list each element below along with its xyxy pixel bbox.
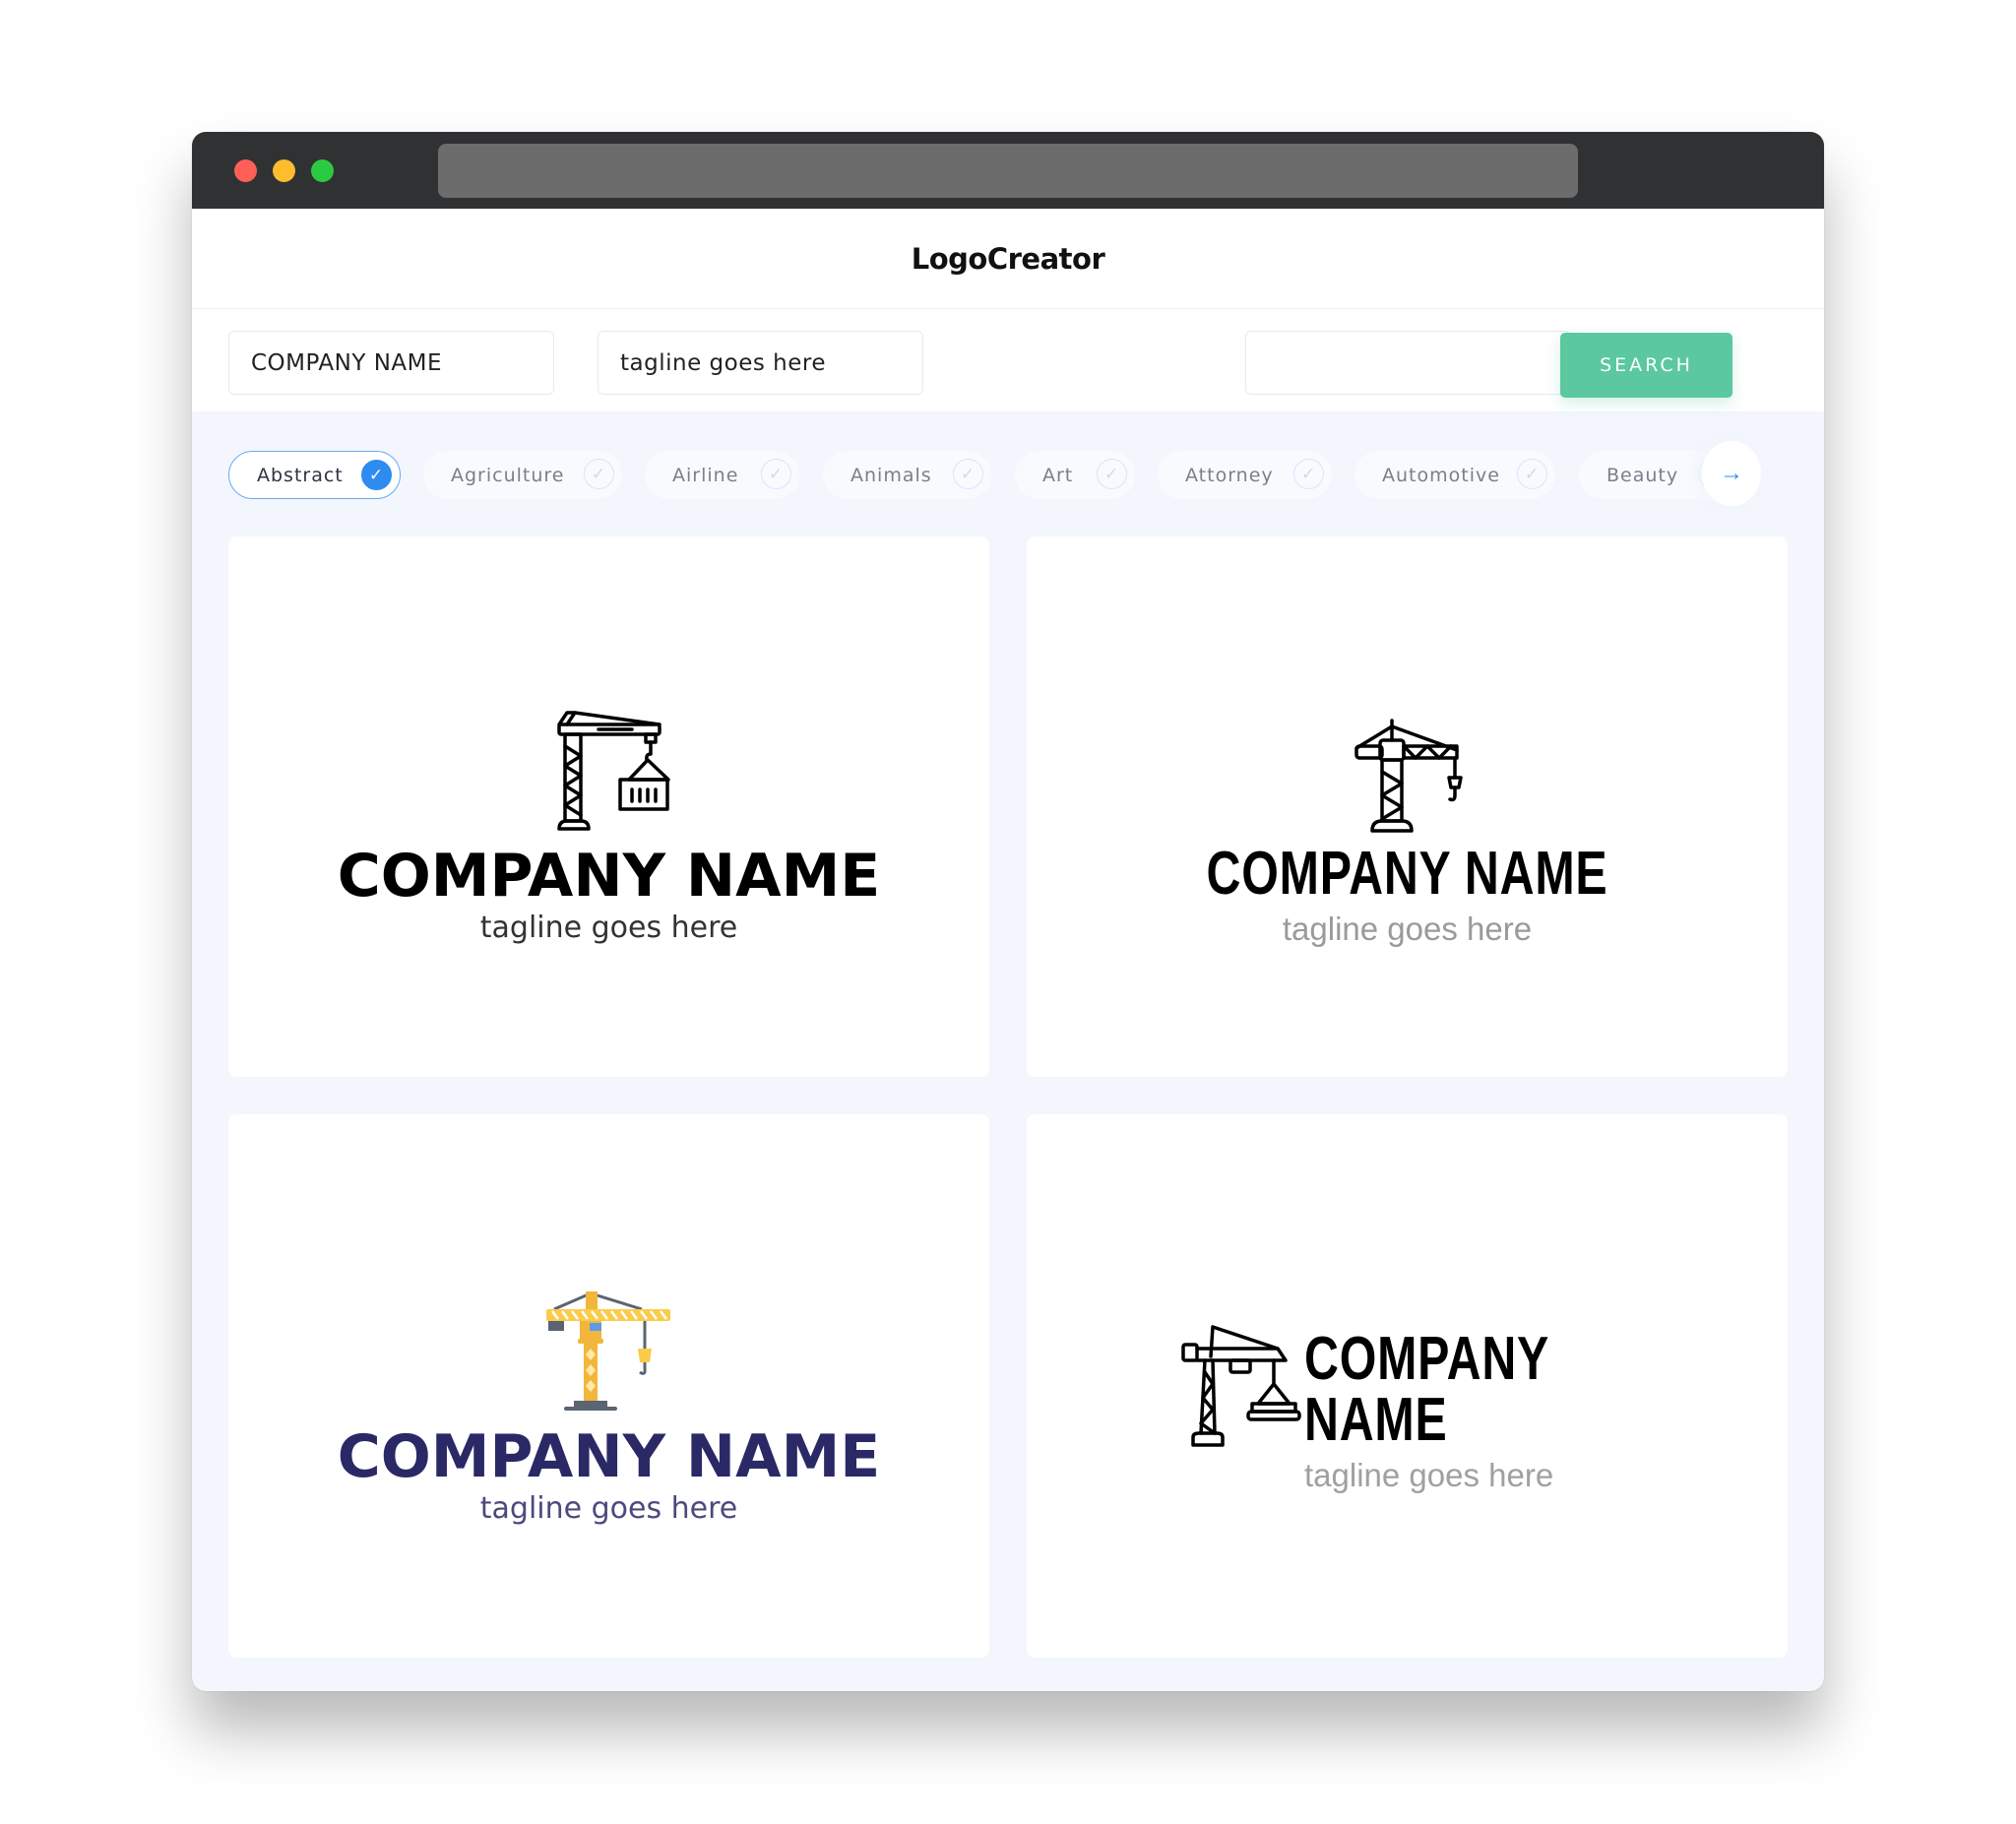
next-categories-button[interactable]: → <box>1702 441 1761 506</box>
app-header: LogoCreator <box>192 209 1824 309</box>
logo-company-name: COMPANY NAME <box>1206 840 1608 908</box>
category-label: Animals <box>850 464 932 486</box>
logo-tagline: tagline goes here <box>1304 1457 1554 1493</box>
category-label: Attorney <box>1185 464 1274 486</box>
category-chip-attorney[interactable]: Attorney ✓ <box>1158 451 1332 499</box>
browser-window: LogoCreator SEARCH Abstract ✓ Agricultur… <box>192 132 1824 1691</box>
check-icon: ✓ <box>1293 459 1324 489</box>
category-chip-abstract[interactable]: Abstract ✓ <box>228 451 401 499</box>
close-window-button[interactable] <box>234 159 257 182</box>
logo-company-name: COMPANY NAME <box>1304 1325 1549 1454</box>
check-icon: ✓ <box>584 459 614 489</box>
search-toolbar: SEARCH <box>192 309 1824 411</box>
minimize-window-button[interactable] <box>273 159 295 182</box>
logo-card[interactable]: COMPANY NAME tagline goes here <box>228 1114 989 1658</box>
logo-tagline: tagline goes here <box>479 1491 738 1526</box>
logo-company-name: COMPANY NAME <box>337 1422 881 1491</box>
crane-with-pallet-icon <box>1181 1325 1301 1447</box>
category-chip-art[interactable]: Art ✓ <box>1015 451 1135 499</box>
category-chip-animals[interactable]: Animals ✓ <box>823 451 991 499</box>
maximize-window-button[interactable] <box>311 159 334 182</box>
check-icon: ✓ <box>1097 459 1127 489</box>
app-title: LogoCreator <box>911 241 1105 276</box>
title-bar <box>192 132 1824 209</box>
logo-company-name: COMPANY NAME <box>337 842 881 911</box>
yellow-tower-crane-icon <box>546 1291 670 1411</box>
keyword-input[interactable] <box>1245 331 1571 395</box>
category-label: Beauty <box>1606 464 1679 486</box>
check-icon: ✓ <box>953 459 983 489</box>
logo-tagline: tagline goes here <box>1282 911 1533 947</box>
crane-with-container-icon <box>557 711 670 831</box>
category-chip-automotive[interactable]: Automotive ✓ <box>1354 451 1555 499</box>
logo-card[interactable]: COMPANY NAME tagline goes here <box>1027 1114 1788 1658</box>
category-chip-airline[interactable]: Airline ✓ <box>645 451 799 499</box>
search-button[interactable]: SEARCH <box>1560 333 1732 398</box>
category-label: Airline <box>672 464 739 486</box>
check-icon: ✓ <box>1517 459 1547 489</box>
category-label: Abstract <box>257 464 344 486</box>
category-label: Agriculture <box>451 464 565 486</box>
category-chip-agriculture[interactable]: Agriculture ✓ <box>423 451 622 499</box>
check-icon: ✓ <box>361 460 392 490</box>
category-label: Automotive <box>1382 464 1500 486</box>
company-name-input[interactable] <box>228 331 554 395</box>
check-icon: ✓ <box>761 459 791 489</box>
address-bar[interactable] <box>438 144 1578 198</box>
category-label: Art <box>1042 464 1074 486</box>
logo-text-block: COMPANY NAME tagline goes here <box>1304 1329 1718 1494</box>
tagline-input[interactable] <box>598 331 923 395</box>
tower-crane-hook-icon <box>1354 719 1463 833</box>
logo-tagline: tagline goes here <box>479 911 738 945</box>
category-filter-bar: Abstract ✓ Agriculture ✓ Airline ✓ Anima… <box>192 427 1824 516</box>
logo-card[interactable]: COMPANY NAME tagline goes here <box>1027 536 1788 1077</box>
logo-card[interactable]: COMPANY NAME tagline goes here <box>228 536 989 1077</box>
arrow-right-icon: → <box>1720 460 1743 486</box>
